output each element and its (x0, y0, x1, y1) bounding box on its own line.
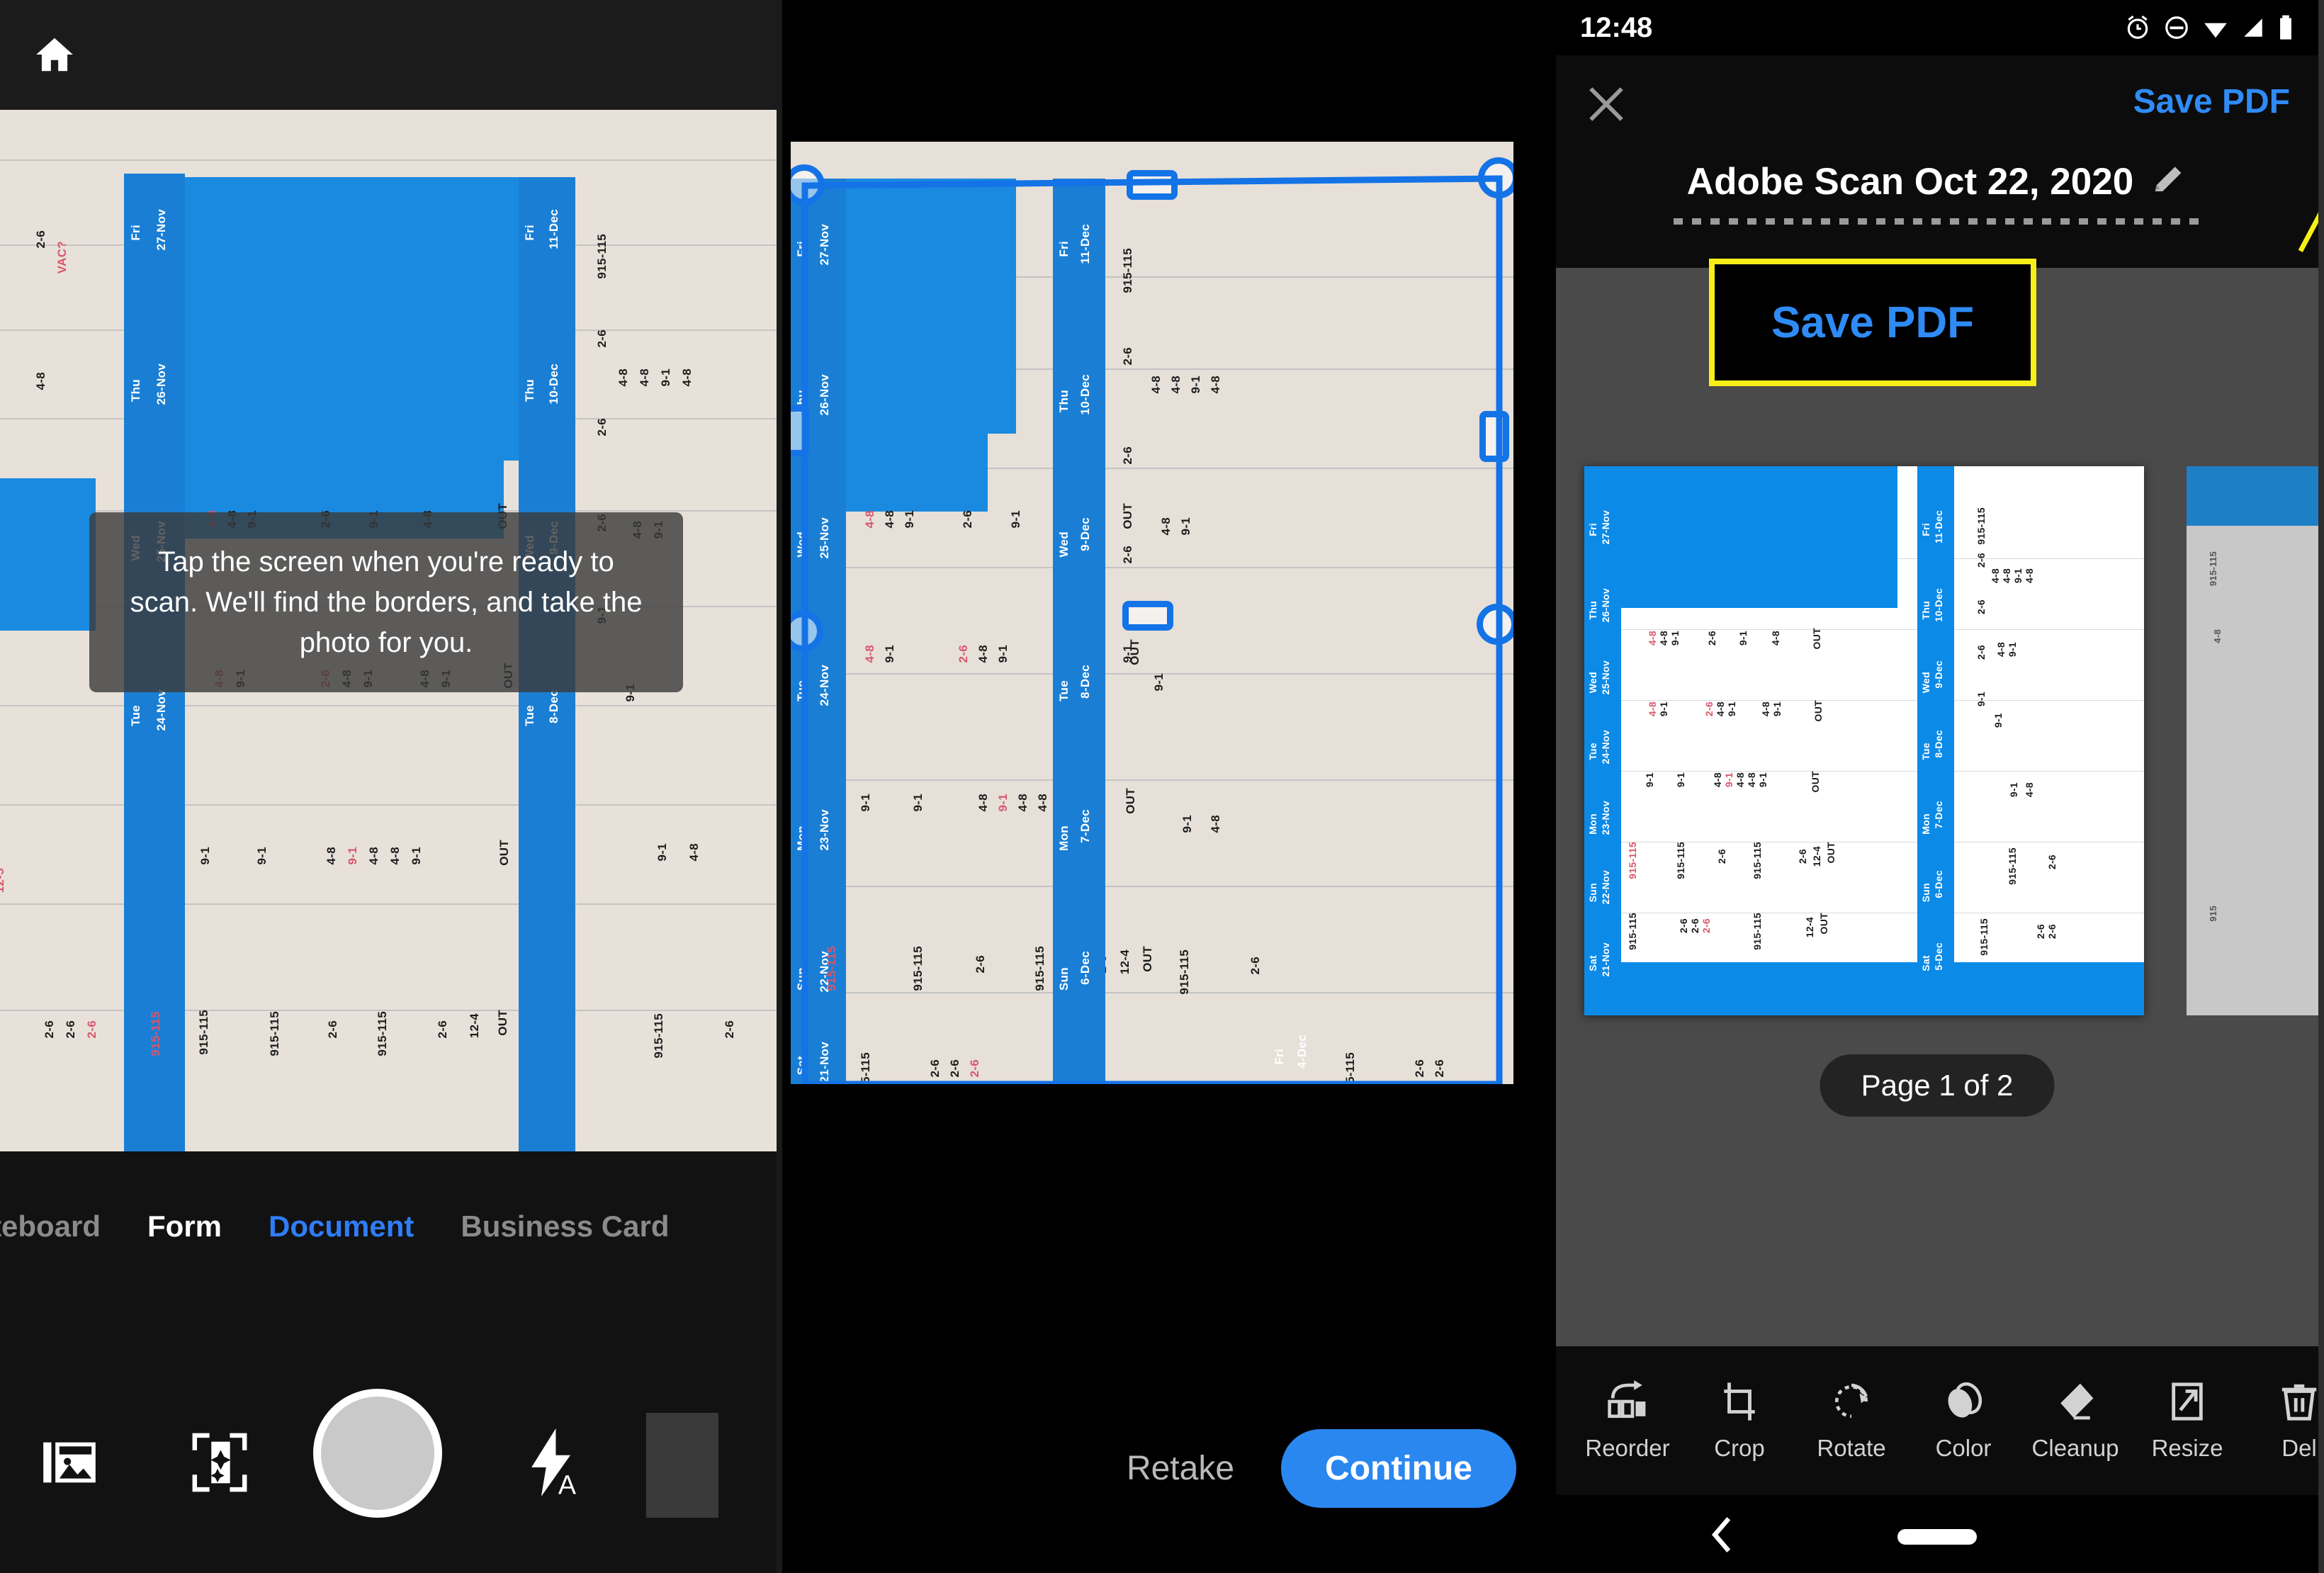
home-icon[interactable] (33, 33, 77, 77)
camera-tooltip-text: Tap the screen when you're ready to scan… (130, 546, 643, 658)
toolbar-item-cleanup[interactable]: Cleanup (2019, 1380, 2131, 1462)
toolbar-label-crop: Crop (1714, 1435, 1765, 1461)
home-pill-icon[interactable] (1897, 1529, 1977, 1545)
toolbar-item-crop[interactable]: Crop (1683, 1380, 1795, 1462)
crop-border-overlay (801, 175, 1503, 1084)
toolbar-label-resize: Resize (2151, 1435, 2223, 1461)
camera-top-bar (0, 0, 777, 110)
resize-icon (2165, 1380, 2209, 1423)
page-review-canvas[interactable]: Fri 27-Nov Thu 26-Nov Wed 25-Nov Tue 24-… (1556, 268, 2318, 1346)
save-pdf-callout: Save PDF (1709, 259, 2036, 386)
mode-tab-form[interactable]: Form (147, 1210, 222, 1244)
review-app-bar: Save PDF Adobe Scan Oct 22, 2020 (1556, 55, 2318, 268)
status-clock: 12:48 (1580, 11, 1653, 43)
document-title-row: Adobe Scan Oct 22, 2020 (1556, 160, 2318, 203)
page-thumbnail-1[interactable]: Fri 27-Nov Thu 26-Nov Wed 25-Nov Tue 24-… (1584, 466, 2144, 1015)
rotate-icon (1829, 1380, 1873, 1423)
scanned-page-content: Fri 27-Nov Thu 26-Nov Wed 25-Nov Tue 24-… (1584, 466, 2144, 1015)
trash-icon (2277, 1380, 2318, 1423)
camera-bottom-bar: teboard Form Document Business Card A (0, 1151, 777, 1573)
toolbar-item-delete[interactable]: Del (2243, 1380, 2318, 1462)
three-panel-screenshot: VAC? 2-6 4-8 4-8 9-1 4-8 Tue 24-Nov Wed … (0, 0, 2324, 1573)
crop-icon (1717, 1380, 1761, 1423)
last-capture-thumbnail[interactable] (646, 1413, 718, 1518)
toolbar-label-rotate: Rotate (1817, 1435, 1886, 1461)
continue-button[interactable]: Continue (1281, 1429, 1516, 1508)
mode-tab-whiteboard[interactable]: teboard (0, 1210, 101, 1244)
status-bar: 12:48 (1556, 0, 2318, 55)
camera-controls: A (0, 1380, 777, 1529)
alarm-icon (2127, 15, 2148, 39)
camera-mode-tabs: teboard Form Document Business Card (0, 1210, 777, 1244)
camera-tooltip: Tap the screen when you're ready to scan… (89, 512, 683, 693)
shutter-button[interactable] (313, 1389, 442, 1518)
pencil-icon[interactable] (2150, 164, 2187, 201)
magic-wand-icon[interactable] (190, 1431, 249, 1494)
toolbar-item-reorder[interactable]: Reorder (1572, 1380, 1683, 1462)
do-not-disturb-icon (2165, 16, 2188, 39)
gallery-icon[interactable] (41, 1438, 98, 1487)
toolbar-item-resize[interactable]: Resize (2131, 1380, 2243, 1462)
title-underline (1674, 218, 2201, 225)
camera-capture-panel: VAC? 2-6 4-8 4-8 9-1 4-8 Tue 24-Nov Wed … (0, 0, 777, 1573)
crop-adjust-panel: Fri 27-Nov Thu 26-Nov Wed 25-Nov Tue 24-… (782, 0, 1556, 1573)
edit-toolbar: Reorder Crop Rotate Color Cleanup Resize… (1556, 1346, 2318, 1495)
panel-divider-1 (777, 0, 782, 1573)
wifi-icon (2204, 23, 2227, 38)
toolbar-label-reorder: Reorder (1585, 1435, 1670, 1461)
flash-auto-icon[interactable]: A (526, 1428, 581, 1496)
android-navigation-bar (1556, 1495, 2318, 1573)
toolbar-item-rotate[interactable]: Rotate (1795, 1380, 1907, 1462)
toolbar-label-delete: Del (2281, 1435, 2317, 1461)
retake-button[interactable]: Retake (1127, 1449, 1234, 1488)
page-title: Adobe Scan Oct 22, 2020 (1686, 161, 2134, 203)
page-indicator: Page 1 of 2 (1820, 1054, 2055, 1117)
toolbar-item-color[interactable]: Color (1907, 1380, 2019, 1462)
save-pdf-callout-label: Save PDF (1771, 298, 1975, 347)
crop-viewport[interactable]: Fri 27-Nov Thu 26-Nov Wed 25-Nov Tue 24-… (791, 142, 1513, 1084)
crop-action-row: Retake Continue (782, 1429, 1556, 1508)
back-chevron-icon[interactable] (1708, 1516, 1736, 1553)
svg-text:A: A (558, 1470, 577, 1496)
color-icon (1941, 1380, 1985, 1423)
battery-icon (2280, 15, 2291, 40)
close-icon[interactable] (1586, 84, 1627, 125)
reorder-icon (1606, 1380, 1649, 1423)
signal-icon (2244, 18, 2262, 37)
toolbar-label-color: Color (1935, 1435, 1992, 1461)
mode-tab-business-card[interactable]: Business Card (461, 1210, 669, 1244)
eraser-icon (2053, 1380, 2097, 1423)
page-review-panel: 12:48 Save PDF Adobe Scan Oct 22, 2020 S… (1556, 0, 2318, 1573)
mode-tab-document[interactable]: Document (269, 1210, 414, 1244)
status-icons (2124, 14, 2294, 41)
toolbar-label-cleanup: Cleanup (2031, 1435, 2119, 1461)
page-thumbnail-2[interactable]: 915-115 4-8 915 (2187, 466, 2318, 1015)
save-pdf-button[interactable]: Save PDF (2133, 82, 2290, 121)
